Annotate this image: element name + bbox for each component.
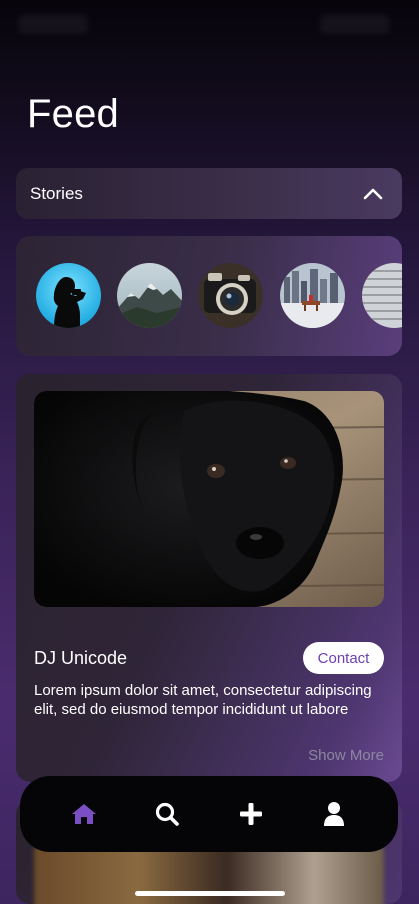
tab-bar [20,776,398,852]
stories-label: Stories [30,183,83,203]
story-mountain[interactable] [117,263,182,328]
story-photographer[interactable] [36,263,101,328]
post-card: DJ Unicode Contact Lorem ipsum dolor sit… [16,374,402,782]
tab-home[interactable] [64,794,104,834]
tab-search[interactable] [147,794,187,834]
status-bar [0,0,419,44]
contact-button[interactable]: Contact [303,642,384,674]
home-indicator[interactable] [135,891,285,896]
stories-carousel[interactable] [16,236,402,356]
user-icon [324,802,345,826]
tab-add[interactable] [231,794,271,834]
search-icon [156,802,180,826]
post-author: DJ Unicode [34,648,128,668]
story-camera[interactable] [198,263,263,328]
page-title: Feed [27,92,119,136]
show-more-link[interactable]: Show More [308,747,384,764]
plus-icon [239,803,262,825]
home-icon [71,804,96,824]
stories-header[interactable]: Stories [16,168,402,219]
story-city-bench[interactable] [280,263,345,328]
post-body: Lorem ipsum dolor sit amet, consectetur … [34,682,372,718]
post-image[interactable] [34,391,384,607]
status-indicators [320,14,390,34]
status-time [18,14,88,34]
chevron-up-icon[interactable] [362,183,384,205]
tab-profile[interactable] [314,794,354,834]
story-partial[interactable] [362,263,402,328]
